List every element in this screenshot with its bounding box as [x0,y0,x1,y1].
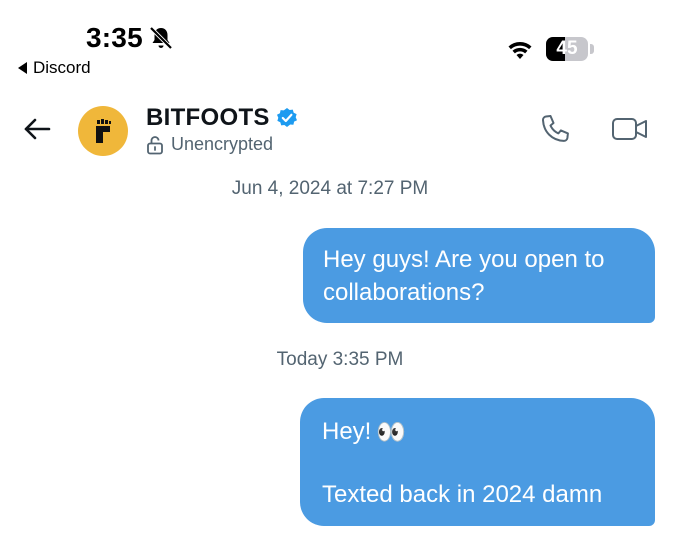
encryption-status-row: Unencrypted [146,134,273,155]
message-text: Texted back in 2024 damn [322,481,603,509]
message-bubble-sent[interactable]: Hey guys! Are you open to collaborations… [303,228,655,323]
verified-badge-icon [276,108,297,127]
contact-name: BITFOOTS [146,104,270,131]
eyes-emoji: 👀 [376,419,407,447]
message-line: Hey! 👀 [322,415,633,449]
battery-indicator: 45 [546,37,588,61]
back-to-app-link[interactable]: Discord [18,58,91,78]
wifi-icon [508,42,532,59]
message-text: Hey! [322,418,372,445]
video-camera-icon[interactable] [611,114,649,144]
encryption-status: Unencrypted [171,134,274,154]
phone-icon[interactable] [538,112,572,146]
back-app-label: Discord [33,58,91,77]
unlocked-icon [147,135,163,154]
message-timestamp: Today 3:35 PM [0,349,680,371]
timestamp-text: Today 3:35 PM [276,349,404,370]
message-text: Hey guys! Are you open to collaborations… [323,246,605,306]
back-arrow-icon[interactable] [22,114,52,144]
avatar[interactable] [78,106,128,156]
message-timestamp: Jun 4, 2024 at 7:27 PM [0,178,680,200]
battery-level: 45 [556,38,578,59]
message-line: Texted back in 2024 damn [322,478,633,511]
message-bubble-sent[interactable]: Hey! 👀 Texted back in 2024 damn [300,398,655,526]
bitfoots-logo-icon [96,119,111,143]
contact-name-row[interactable]: BITFOOTS [146,104,298,132]
back-triangle-icon [18,62,27,74]
battery-tip [590,44,594,54]
bell-slash-icon [149,26,173,50]
status-time: 3:35 [86,22,143,53]
timestamp-text: Jun 4, 2024 at 7:27 PM [231,178,429,199]
